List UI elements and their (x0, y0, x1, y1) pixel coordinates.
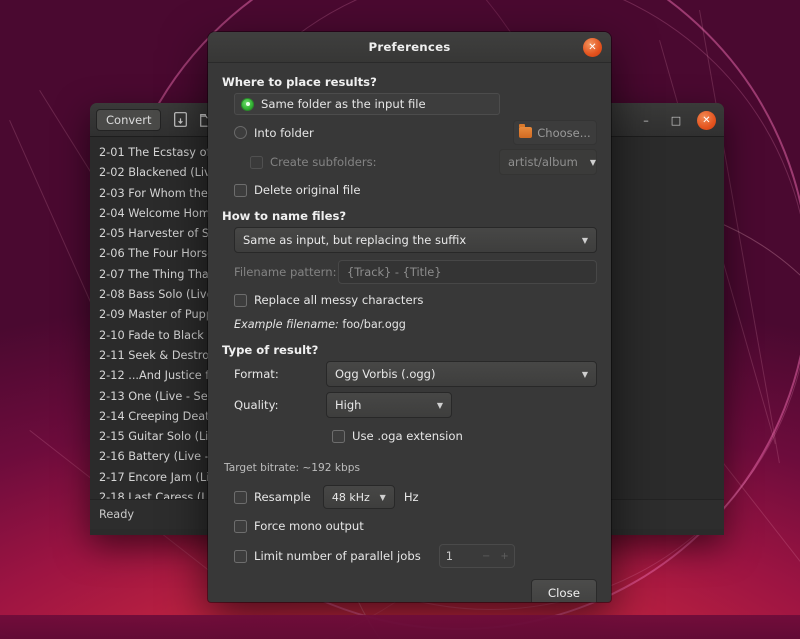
example-filename: Example filename: foo/bar.ogg (234, 318, 406, 331)
chevron-down-icon: ▼ (425, 401, 443, 410)
stepper-buttons: − + (482, 545, 509, 567)
checkbox-replace-messy-box (234, 294, 247, 307)
chevron-down-icon: ▼ (374, 493, 386, 502)
radio-into-folder-label: Into folder (254, 126, 314, 140)
subfolder-pattern-combo[interactable]: artist/album ▼ (499, 149, 597, 175)
checkbox-limit-parallel-jobs-box (234, 550, 247, 563)
checkbox-resample[interactable]: Resample (234, 490, 311, 504)
quality-combo[interactable]: High ▼ (326, 392, 452, 418)
preferences-titlebar: Preferences ✕ (208, 32, 611, 63)
checkbox-delete-original-box (234, 184, 247, 197)
checkbox-create-subfolders[interactable]: Create subfolders: (250, 155, 499, 169)
close-button-label: Close (548, 586, 580, 600)
stepper-increment-button[interactable]: + (500, 551, 508, 562)
radio-into-folder-indicator (234, 126, 247, 139)
section-heading-result: Type of result? (222, 343, 597, 357)
window-controls: – □ ✕ (637, 103, 716, 137)
add-file-icon[interactable] (168, 109, 192, 131)
section-heading-where: Where to place results? (222, 75, 597, 89)
checkbox-delete-original-label: Delete original file (254, 183, 360, 197)
close-button[interactable]: Close (531, 579, 597, 602)
radio-same-folder-indicator (241, 98, 254, 111)
window-close-button[interactable]: ✕ (697, 111, 716, 130)
chevron-down-icon: ▼ (578, 158, 596, 167)
naming-mode-combo[interactable]: Same as input, but replacing the suffix … (234, 227, 597, 253)
dialog-close-button[interactable]: ✕ (583, 38, 602, 57)
target-bitrate-note: Target bitrate: ~192 kbps (224, 462, 360, 474)
chevron-down-icon: ▼ (570, 370, 588, 379)
section-heading-naming: How to name files? (222, 209, 597, 223)
filename-pattern-label: Filename pattern: (234, 265, 338, 279)
subfolder-pattern-value: artist/album (508, 155, 578, 169)
stepper-decrement-button[interactable]: − (482, 551, 490, 562)
parallel-jobs-stepper[interactable]: 1 − + (439, 544, 515, 568)
checkbox-force-mono[interactable]: Force mono output (234, 515, 597, 537)
preferences-dialog[interactable]: Preferences ✕ Where to place results? Sa… (208, 32, 611, 602)
choose-folder-button[interactable]: Choose... (513, 120, 597, 145)
checkbox-force-mono-label: Force mono output (254, 519, 364, 533)
maximize-button[interactable]: □ (667, 111, 685, 129)
checkbox-resample-box (234, 491, 247, 504)
resample-rate-value: 48 kHz (332, 491, 370, 504)
filename-pattern-input[interactable]: {Track} - {Title} (338, 260, 597, 284)
format-combo[interactable]: Ogg Vorbis (.ogg) ▼ (326, 361, 597, 387)
format-label: Format: (234, 367, 326, 381)
checkbox-oga-extension[interactable]: Use .oga extension (332, 425, 597, 447)
choose-folder-label: Choose... (537, 126, 590, 140)
checkbox-resample-label: Resample (254, 490, 311, 504)
preferences-body: Where to place results? Same folder as t… (208, 63, 611, 571)
checkbox-force-mono-box (234, 520, 247, 533)
radio-same-folder-label: Same folder as the input file (261, 97, 426, 111)
checkbox-replace-messy-label: Replace all messy characters (254, 293, 423, 307)
status-text: Ready (99, 508, 134, 521)
quality-label: Quality: (234, 398, 326, 412)
format-value: Ogg Vorbis (.ogg) (335, 367, 435, 381)
resample-unit-label: Hz (404, 490, 419, 504)
checkbox-oga-extension-label: Use .oga extension (352, 429, 463, 443)
checkbox-limit-parallel-jobs-label: Limit number of parallel jobs (254, 549, 421, 563)
checkbox-limit-parallel-jobs[interactable]: Limit number of parallel jobs (234, 549, 421, 563)
convert-button[interactable]: Convert (96, 109, 161, 131)
radio-same-folder[interactable]: Same folder as the input file (234, 93, 500, 115)
checkbox-replace-messy[interactable]: Replace all messy characters (234, 289, 597, 311)
folder-icon (519, 127, 532, 138)
checkbox-create-subfolders-label: Create subfolders: (270, 155, 377, 169)
radio-into-folder[interactable]: Into folder (234, 126, 513, 140)
example-filename-prefix: Example filename: (234, 318, 339, 331)
checkbox-oga-extension-box (332, 430, 345, 443)
example-filename-value: foo/bar.ogg (342, 318, 406, 331)
minimize-button[interactable]: – (637, 111, 655, 129)
checkbox-create-subfolders-box (250, 156, 263, 169)
checkbox-delete-original[interactable]: Delete original file (234, 179, 597, 201)
preferences-footer: Close (208, 571, 611, 602)
quality-value: High (335, 398, 361, 412)
taskbar-strip (0, 615, 800, 639)
resample-rate-combo[interactable]: 48 kHz ▼ (323, 485, 395, 509)
dialog-title: Preferences (368, 40, 450, 54)
naming-mode-value: Same as input, but replacing the suffix (243, 233, 466, 247)
convert-button-label: Convert (106, 113, 151, 127)
parallel-jobs-value: 1 (446, 549, 453, 563)
desktop: Convert – □ ✕ 2-01 (0, 0, 800, 639)
filename-pattern-placeholder: {Track} - {Title} (347, 265, 442, 279)
chevron-down-icon: ▼ (570, 236, 588, 245)
